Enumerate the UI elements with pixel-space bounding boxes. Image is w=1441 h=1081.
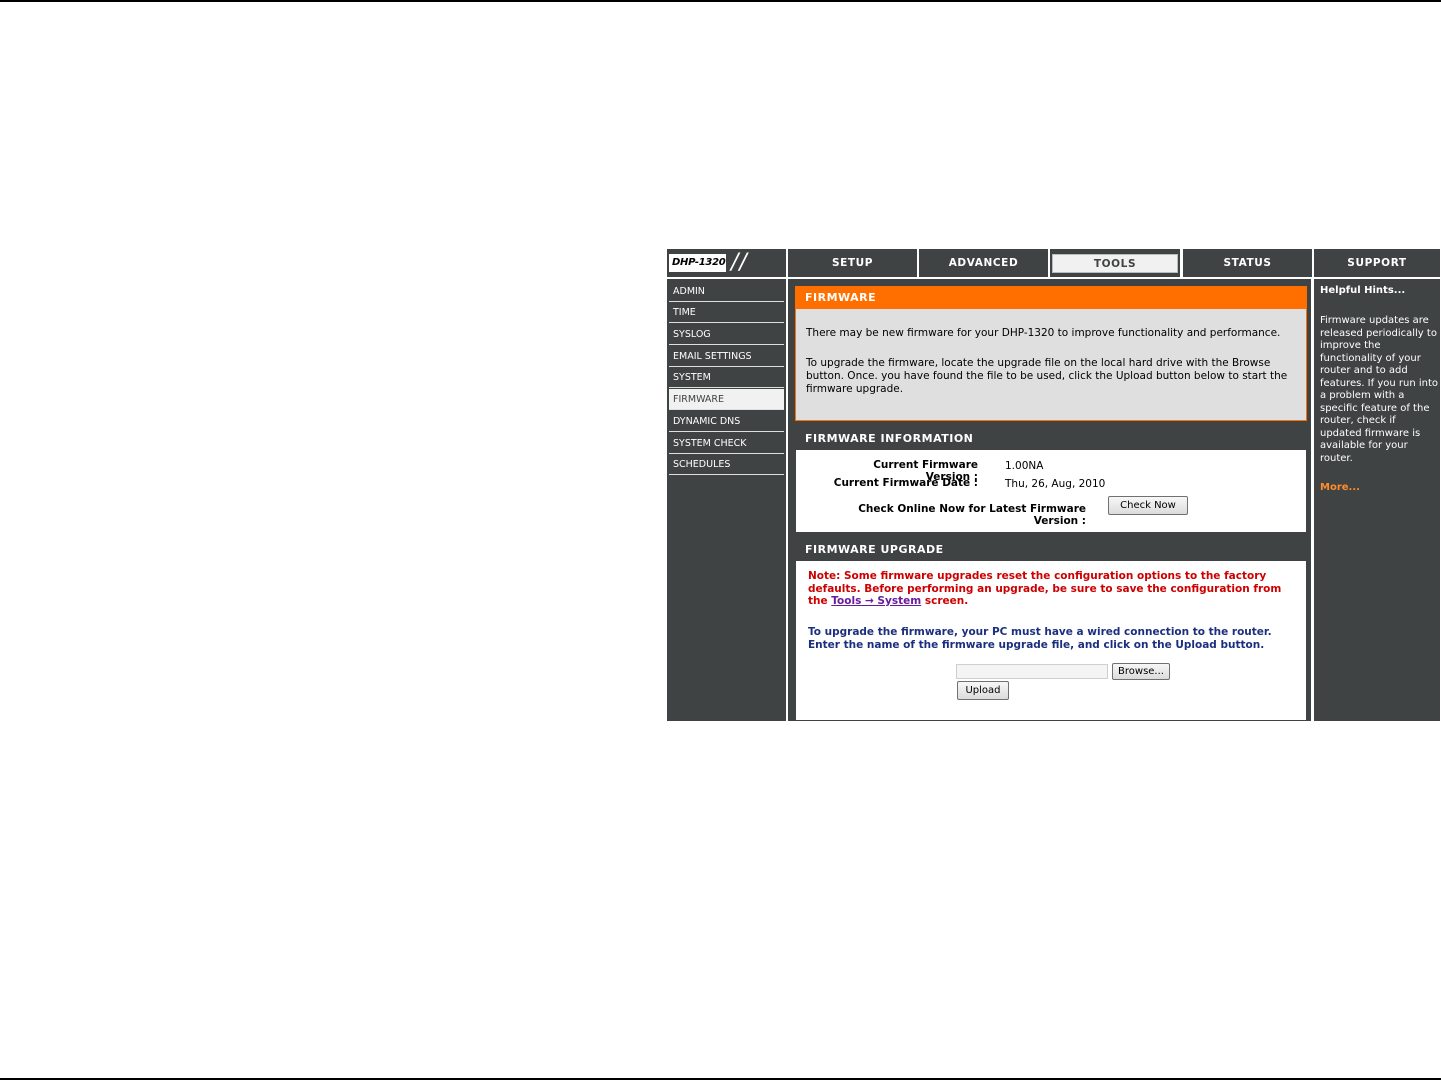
firmware-section-title: FIRMWARE — [796, 287, 1306, 309]
main-content: FIRMWARE There may be new firmware for y… — [788, 279, 1311, 721]
tab-status[interactable]: STATUS — [1183, 249, 1312, 277]
helpful-hints-panel: Helpful Hints... Firmware updates are re… — [1314, 279, 1440, 721]
firmware-upgrade-title: FIRMWARE UPGRADE — [796, 539, 1306, 561]
sidebar-item-schedules[interactable]: SCHEDULES — [669, 454, 784, 475]
tab-support[interactable]: SUPPORT — [1314, 249, 1440, 277]
product-logo: DHP-1320 — [669, 254, 726, 272]
current-date-value: Thu, 26, Aug, 2010 — [1005, 478, 1106, 490]
hints-body: Firmware updates are released periodical… — [1320, 315, 1438, 464]
sidebar: ADMIN TIME SYSLOG EMAIL SETTINGS SYSTEM … — [667, 279, 786, 721]
sidebar-item-dynamic-dns[interactable]: DYNAMIC DNS — [669, 411, 784, 432]
sidebar-item-firmware[interactable]: FIRMWARE — [669, 389, 784, 410]
tab-tools[interactable]: TOOLS — [1050, 249, 1180, 277]
tab-tools-label: TOOLS — [1052, 254, 1178, 273]
upgrade-instructions: To upgrade the firmware, your PC must ha… — [808, 626, 1272, 651]
logo-slashes-icon: / / — [731, 250, 747, 275]
sidebar-item-time[interactable]: TIME — [669, 302, 784, 323]
page-top-rule — [0, 0, 1441, 2]
firmware-section: FIRMWARE There may be new firmware for y… — [795, 286, 1307, 421]
tab-advanced[interactable]: ADVANCED — [919, 249, 1048, 277]
sidebar-item-system[interactable]: SYSTEM — [669, 367, 784, 388]
hints-title: Helpful Hints... — [1320, 285, 1406, 296]
sidebar-item-admin[interactable]: ADMIN — [669, 281, 784, 302]
router-admin-ui: DHP-1320 / / SETUP ADVANCED TOOLS STATUS… — [667, 249, 1440, 721]
current-date-label: Current Firmware Date : — [833, 477, 978, 489]
check-online-label: Check Online Now for Latest Firmware Ver… — [858, 503, 1086, 527]
tools-system-link[interactable]: Tools → System — [831, 595, 921, 607]
firmware-upgrade-section: FIRMWARE UPGRADE Note: Some firmware upg… — [795, 538, 1307, 721]
firmware-intro-text: There may be new firmware for your DHP-1… — [806, 327, 1281, 339]
upload-button[interactable]: Upload — [957, 681, 1009, 700]
firmware-information-title: FIRMWARE INFORMATION — [796, 428, 1306, 450]
sidebar-item-syslog[interactable]: SYSLOG — [669, 324, 784, 345]
page-bottom-rule — [0, 1078, 1441, 1080]
hints-more-link[interactable]: More... — [1320, 482, 1360, 493]
tab-setup-label: SETUP — [831, 257, 874, 269]
sidebar-item-system-check[interactable]: SYSTEM CHECK — [669, 433, 784, 454]
browse-button[interactable]: Browse... — [1112, 663, 1170, 680]
firmware-file-input[interactable] — [956, 664, 1108, 679]
tab-setup[interactable]: SETUP — [788, 249, 917, 277]
upgrade-note-suffix: screen. — [921, 595, 969, 607]
current-version-value: 1.00NA — [1005, 460, 1044, 472]
sidebar-item-email-settings[interactable]: EMAIL SETTINGS — [669, 346, 784, 367]
tab-advanced-label: ADVANCED — [948, 257, 1019, 269]
logo-area: DHP-1320 / / — [667, 249, 786, 277]
firmware-instructions-text: To upgrade the firmware, locate the upgr… — [806, 357, 1288, 395]
tab-status-label: STATUS — [1223, 257, 1272, 269]
tab-support-label: SUPPORT — [1347, 257, 1407, 269]
firmware-information-section: FIRMWARE INFORMATION Current Firmware Ve… — [795, 427, 1307, 533]
check-now-button[interactable]: Check Now — [1108, 496, 1188, 515]
upgrade-warning-note: Note: Some firmware upgrades reset the c… — [808, 570, 1298, 608]
